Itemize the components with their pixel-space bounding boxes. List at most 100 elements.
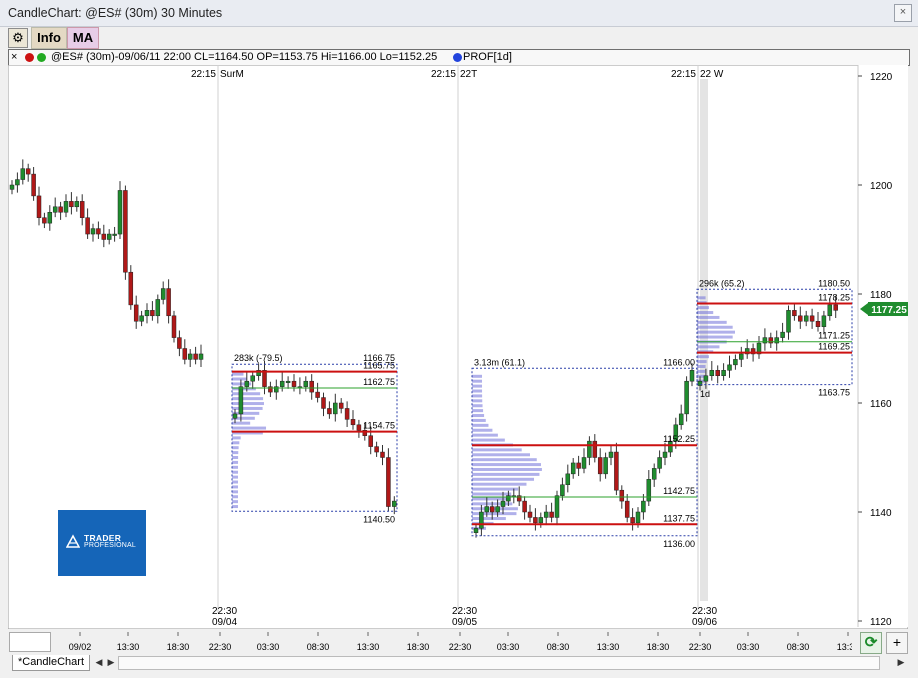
profile-bar [697,330,735,334]
candle-down [166,288,171,317]
profile-bar [472,472,540,476]
profile-bar [232,441,240,445]
gear-icon[interactable]: ⚙ [8,28,28,48]
profile-bar [697,355,709,359]
profile-bar [472,512,517,516]
profile-bar [232,505,238,509]
candle-down [36,195,42,218]
candle-down [315,391,320,398]
candle-up [473,528,479,533]
candle-up [90,228,96,235]
profile-bar [232,397,264,401]
x-tick-label-4: 03:30 [257,642,280,652]
candle-down [614,451,619,491]
profile-val-label-0: 1154.75 [363,421,395,431]
candle-down [69,201,74,208]
candle-up [733,359,738,366]
session-start-date-1: 09/05 [452,617,477,628]
candle-up [117,190,123,235]
profile-bar [472,463,541,467]
profile-bar [232,392,261,396]
refresh-icon[interactable]: ⟳ [860,632,882,654]
candle-up [689,370,695,382]
candle-down [309,380,314,393]
profile-bar [472,379,483,383]
profile-bar [472,399,483,403]
profile-bar [472,394,483,398]
candle-up [709,370,715,376]
profile-study-label[interactable]: PROF[1d] [463,51,512,63]
hscroll-right-icon[interactable]: ▶ [894,655,908,669]
info-bar-close-icon[interactable]: × [11,50,17,64]
profile-bar [697,306,709,310]
profile-bar [232,475,239,479]
candle-down [101,233,107,240]
info-button[interactable]: Info [31,27,67,49]
candle-up [727,364,732,371]
logo-text-line2: PROFESIONAL [84,542,136,549]
session-highlight-band [700,79,708,601]
chart-bottom-bar: ⟳ + 09/02 13:30 18:30 22:30 03:30 08:30 13:30 1… [8,630,908,654]
candle-up [392,500,397,507]
profile-bar [472,428,493,432]
candle-up [63,201,69,213]
ma-button[interactable]: MA [67,27,99,49]
session-start-date-2: 09/06 [692,617,717,628]
profile-bar [232,446,239,450]
profile-bar [697,360,707,364]
profile-bar [697,369,706,373]
horizontal-scrollbar[interactable] [118,656,880,670]
candle-down [768,337,774,344]
candle-up [238,386,244,415]
x-tick-label-10: 08:30 [547,642,570,652]
candle-down [96,228,101,235]
candle-down [25,168,31,175]
profile-bar [472,409,484,413]
profile-bar [232,426,267,430]
tab-scroll-right-icon[interactable]: ▶ [104,655,118,669]
profile-high-label-1: 1166.00 [663,357,695,367]
profile-bar [232,436,241,440]
profile-val-label-1: 1137.75 [663,513,695,523]
session-start-time-1: 22:30 [452,606,477,617]
session-start-date-0: 09/04 [212,617,237,628]
profile-bar [232,406,263,410]
y-tick-label-5: 1120 [870,617,892,628]
session-name-label-0: SurM [220,69,244,80]
candle-up [47,212,53,224]
profile-bar [232,465,239,469]
candle-down [128,271,134,306]
candle-down [344,408,350,420]
candle-down [592,440,598,458]
candle-up [703,375,709,382]
candle-down [527,511,533,518]
profile-bar [472,467,542,471]
x-tick-label-11: 13:30 [597,642,620,652]
profile-bar [697,315,720,319]
x-tick-label-16: 13:30 [837,642,852,652]
profile-val-label-2: 1169.25 [818,342,850,352]
candle-up [641,500,646,513]
candle-down [815,321,821,327]
profile-bar [472,374,483,378]
candle-down [171,315,177,338]
candle-down [123,190,128,273]
profile-poc-label-0: 1162.75 [363,377,395,387]
red-status-dot-icon [25,53,34,62]
profile-bar [472,414,485,418]
time-scroll-thumb[interactable] [9,632,51,652]
tab-candlechart[interactable]: *CandleChart [12,655,90,671]
profile-bar [232,490,239,494]
add-button[interactable]: + [886,632,908,654]
window-close-button[interactable]: × [894,4,912,22]
candle-up [333,402,338,415]
x-tick-label-15: 08:30 [787,642,810,652]
profile-bar [472,492,512,496]
session-name-label-1: 22T [460,69,477,80]
candle-down [792,310,797,317]
profile-bar [697,296,706,300]
candle-up [106,233,112,240]
x-tick-label-12: 18:30 [647,642,670,652]
profile-bar [232,456,239,459]
y-axis-panel [858,65,908,627]
